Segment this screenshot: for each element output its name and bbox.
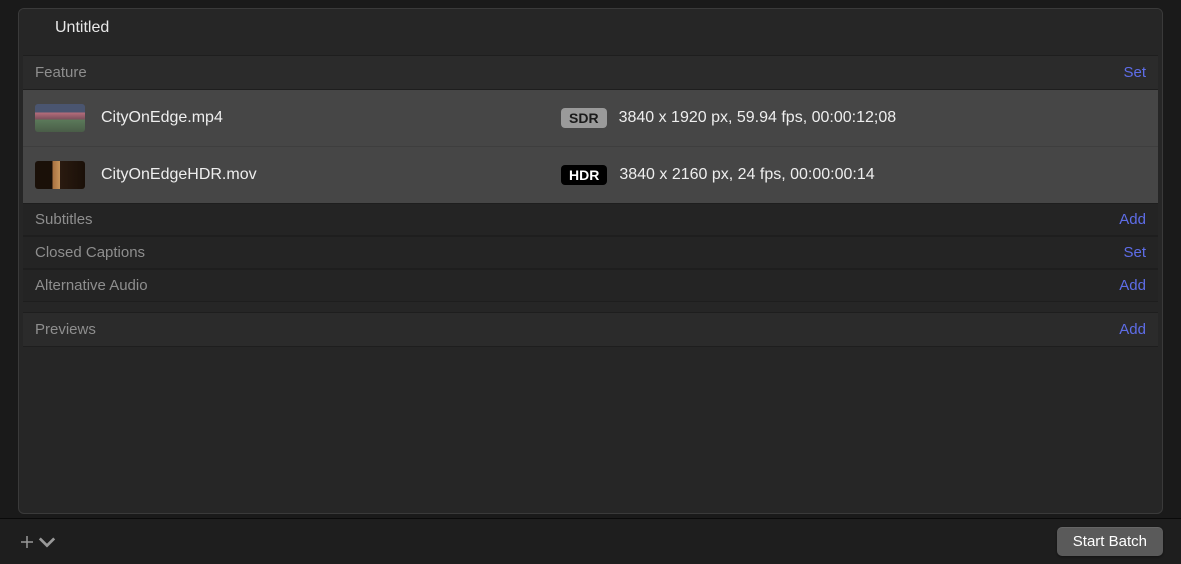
alt-audio-add-link[interactable]: Add <box>1119 277 1146 294</box>
hdr-badge: HDR <box>561 165 607 185</box>
panel-title: Untitled <box>19 9 1162 47</box>
file-name: CityOnEdge.mp4 <box>101 109 561 127</box>
section-label: Feature <box>35 64 87 81</box>
file-thumbnail <box>35 161 85 189</box>
section-header-previews: Previews Add <box>23 312 1158 347</box>
chevron-down-icon <box>38 533 56 551</box>
section-label: Subtitles <box>35 211 93 228</box>
file-row[interactable]: CityOnEdge.mp4 SDR 3840 x 1920 px, 59.94… <box>23 90 1158 147</box>
section-header-feature: Feature Set <box>23 55 1158 90</box>
section-header-alt-audio: Alternative Audio Add <box>23 269 1158 302</box>
file-metadata: 3840 x 1920 px, 59.94 fps, 00:00:12;08 <box>619 109 897 127</box>
subtitles-add-link[interactable]: Add <box>1119 211 1146 228</box>
file-name: CityOnEdgeHDR.mov <box>101 166 561 184</box>
section-header-closed-captions: Closed Captions Set <box>23 236 1158 269</box>
feature-file-list: CityOnEdge.mp4 SDR 3840 x 1920 px, 59.94… <box>23 90 1158 203</box>
batch-panel: Untitled Feature Set CityOnEdge.mp4 SDR … <box>18 8 1163 514</box>
file-metadata: 3840 x 2160 px, 24 fps, 00:00:00:14 <box>619 166 874 184</box>
footer-bar: Start Batch <box>0 518 1181 564</box>
section-label: Closed Captions <box>35 244 145 261</box>
closed-captions-set-link[interactable]: Set <box>1123 244 1146 261</box>
file-thumbnail <box>35 104 85 132</box>
previews-add-link[interactable]: Add <box>1119 321 1146 338</box>
section-header-subtitles: Subtitles Add <box>23 203 1158 236</box>
section-label: Alternative Audio <box>35 277 148 294</box>
section-label: Previews <box>35 321 96 338</box>
sdr-badge: SDR <box>561 108 607 128</box>
start-batch-button[interactable]: Start Batch <box>1057 527 1163 556</box>
feature-set-link[interactable]: Set <box>1123 64 1146 81</box>
add-menu-button[interactable] <box>18 533 56 551</box>
plus-icon <box>18 533 36 551</box>
file-row[interactable]: CityOnEdgeHDR.mov HDR 3840 x 2160 px, 24… <box>23 147 1158 203</box>
